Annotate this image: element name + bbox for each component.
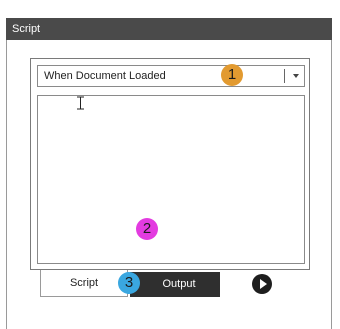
callout-badge-1: 1 bbox=[221, 64, 243, 86]
event-dropdown-value: When Document Loaded bbox=[44, 70, 166, 82]
play-icon[interactable] bbox=[252, 274, 272, 294]
panel-title: Script bbox=[6, 18, 332, 40]
tab-output[interactable]: Output bbox=[130, 272, 220, 297]
script-code-area[interactable] bbox=[37, 95, 305, 264]
dropdown-separator bbox=[284, 69, 285, 83]
callout-badge-3: 3 bbox=[118, 272, 140, 294]
event-dropdown[interactable]: When Document Loaded bbox=[37, 65, 305, 87]
editor-tab-bar: Script Output bbox=[30, 270, 310, 300]
tab-script[interactable]: Script bbox=[40, 270, 128, 297]
callout-badge-2: 2 bbox=[136, 218, 158, 240]
i-beam-cursor-icon bbox=[77, 96, 84, 110]
chevron-down-icon[interactable] bbox=[293, 74, 299, 78]
